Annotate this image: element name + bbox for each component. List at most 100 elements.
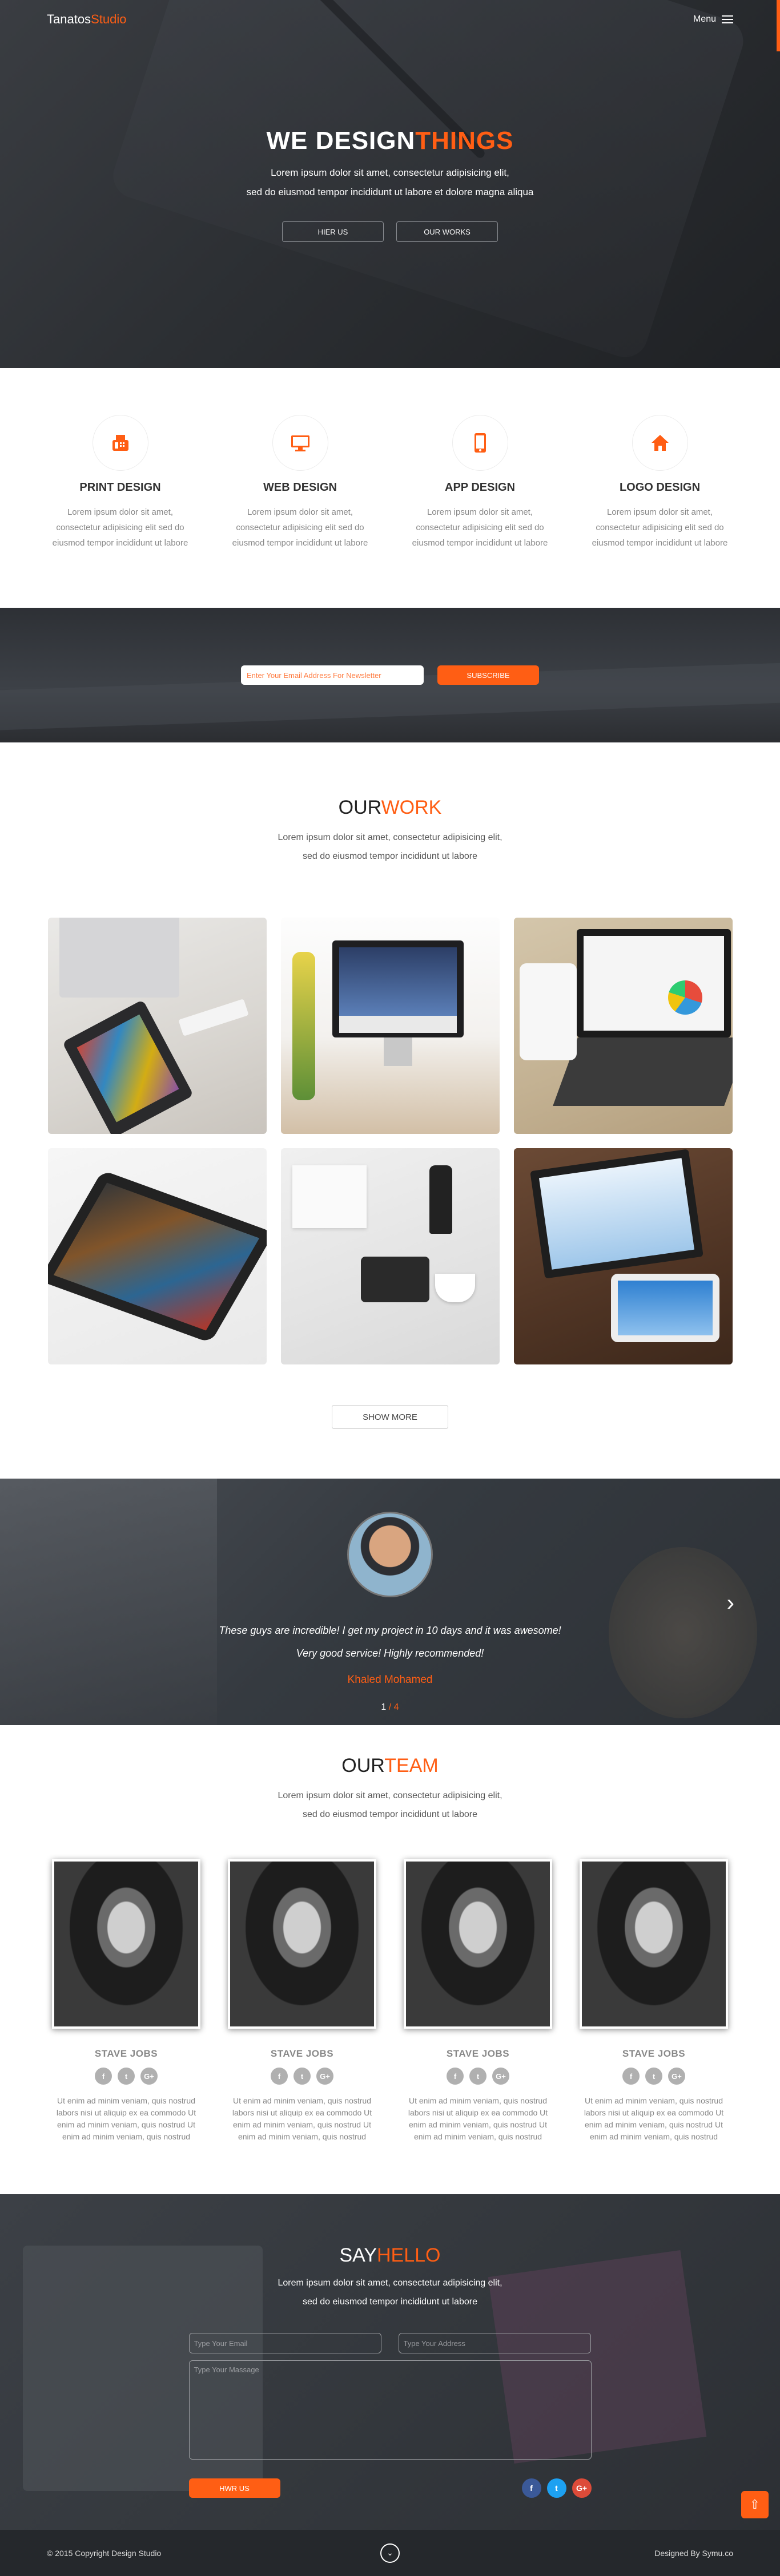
google-plus-icon[interactable]: G+	[668, 2068, 685, 2085]
member-bio: Ut enim ad minim veniam, quis nostrud lab…	[56, 2096, 196, 2141]
member-bio: Ut enim ad minim veniam, quis nostrud lab…	[232, 2096, 372, 2141]
contact-section: SAYHELLO Lorem ipsum dolor sit amet, con…	[0, 2194, 780, 2530]
team-member: STAVE JOBS f t G+ Ut enim ad minim venia…	[228, 1859, 376, 2143]
designed-by-text: Designed By Symu.co	[654, 2548, 733, 2558]
email-field[interactable]	[188, 2333, 381, 2353]
mobile-icon	[452, 415, 508, 471]
hero-title: WE DESIGNTHINGS	[0, 127, 780, 155]
brand-name-part2: Studio	[91, 12, 127, 26]
work-title: OURWORK	[0, 797, 780, 819]
portfolio-item[interactable]	[280, 918, 500, 1134]
member-socials: f t G+	[52, 2068, 200, 2085]
portfolio-item[interactable]	[47, 918, 267, 1134]
service-web-design: WEB DESIGN Lorem ipsum dolor sit amet, co…	[210, 415, 390, 608]
message-field[interactable]	[188, 2360, 592, 2460]
member-socials: f t G+	[404, 2068, 552, 2085]
our-works-button[interactable]: OUR WORKS	[396, 221, 498, 242]
member-bio: Ut enim ad minim veniam, quis nostrud lab…	[408, 2096, 548, 2141]
hero-title-part1: WE DESIGN	[266, 127, 416, 155]
contact-form-footer: HWR US f t G+	[188, 2478, 592, 2498]
hire-us-submit-button[interactable]: HWR US	[188, 2478, 280, 2498]
google-plus-icon[interactable]: G+	[316, 2068, 333, 2085]
testimonial-author: Khaled Mohamed	[347, 1674, 433, 1686]
hero-content: WE DESIGNTHINGS Lorem ipsum dolor sit am…	[0, 127, 780, 242]
footer: © 2015 Copyright Design Studio ⌄ Designe…	[0, 2530, 780, 2576]
address-field[interactable]	[398, 2333, 591, 2353]
copyright-text: © 2015 Copyright Design Studio	[47, 2548, 162, 2558]
facebook-icon[interactable]: f	[95, 2068, 112, 2085]
member-bio: Ut enim ad minim veniam, quis nostrud lab…	[584, 2096, 724, 2141]
hero-section: TanatosStudio Menu WE DESIGNTHINGS Lorem…	[0, 0, 780, 368]
portfolio-grid	[0, 918, 780, 1364]
newsletter-section: SUBSCRIBE	[0, 608, 780, 742]
work-title-part1: OUR	[338, 797, 381, 818]
show-more-button[interactable]: SHOW MORE	[332, 1405, 448, 1429]
service-app-design: APP DESIGN Lorem ipsum dolor sit amet, co…	[390, 415, 570, 608]
hero-title-part2: THINGS	[415, 127, 514, 155]
portfolio-item[interactable]	[513, 918, 733, 1134]
subscribe-button[interactable]: SUBSCRIBE	[437, 665, 539, 685]
twitter-icon[interactable]: t	[645, 2068, 662, 2085]
facebook-icon[interactable]: f	[447, 2068, 464, 2085]
hero-subtitle-line1: Lorem ipsum dolor sit amet, consectetur …	[271, 167, 509, 178]
member-photo	[228, 1859, 376, 2029]
hamburger-icon	[722, 15, 733, 23]
fax-icon	[92, 415, 148, 471]
team-title: OURTEAM	[341, 1755, 439, 1776]
service-text: Lorem ipsum dolor sit amet, consectetur a…	[232, 507, 368, 548]
brand-logo[interactable]: TanatosStudio	[47, 12, 126, 27]
menu-button[interactable]: Menu	[693, 14, 733, 25]
hero-subtitle-line2: sed do eiusmod tempor incididunt ut labo…	[246, 187, 534, 197]
service-title: WEB DESIGN	[263, 481, 337, 494]
twitter-icon[interactable]: t	[293, 2068, 311, 2085]
chevron-right-icon[interactable]: ›	[727, 1592, 734, 1614]
contact-subtitle: Lorem ipsum dolor sit amet, consectetur …	[278, 2278, 502, 2307]
newsletter-email-input[interactable]	[241, 665, 424, 685]
google-plus-icon[interactable]: G+	[492, 2068, 509, 2085]
hire-us-button[interactable]: HIER US	[282, 221, 384, 242]
contact-inner: SAYHELLO Lorem ipsum dolor sit amet, con…	[0, 2194, 780, 2498]
member-photo	[52, 1859, 200, 2029]
member-name: STAVE JOBS	[622, 2048, 686, 2059]
portfolio-item[interactable]	[47, 1148, 267, 1364]
twitter-icon[interactable]: t	[118, 2068, 135, 2085]
portfolio-item[interactable]	[513, 1148, 733, 1364]
service-text: Lorem ipsum dolor sit amet, consectetur a…	[412, 507, 548, 548]
contact-form: HWR US f t G+	[188, 2333, 592, 2498]
member-name: STAVE JOBS	[94, 2048, 158, 2059]
menu-label: Menu	[693, 14, 716, 24]
twitter-icon[interactable]: t	[546, 2478, 566, 2498]
facebook-icon[interactable]: f	[271, 2068, 288, 2085]
member-photo	[580, 1859, 728, 2029]
contact-title: SAYHELLO	[339, 2244, 441, 2266]
facebook-icon[interactable]: f	[521, 2478, 541, 2498]
google-plus-icon[interactable]: G+	[140, 2068, 158, 2085]
service-print-design: PRINT DESIGN Lorem ipsum dolor sit amet,…	[30, 415, 210, 608]
team-member: STAVE JOBS f t G+ Ut enim ad minim venia…	[580, 1859, 728, 2143]
portfolio-item[interactable]	[280, 1148, 500, 1364]
team-member: STAVE JOBS f t G+ Ut enim ad minim venia…	[52, 1859, 200, 2143]
top-nav: TanatosStudio Menu	[0, 0, 780, 39]
back-to-top-icon[interactable]: ⇧	[741, 2491, 769, 2518]
facebook-icon[interactable]: f	[622, 2068, 640, 2085]
service-title: PRINT DESIGN	[79, 481, 161, 494]
contact-form-row	[188, 2333, 592, 2353]
work-title-part2: WORK	[381, 797, 442, 818]
avatar	[347, 1512, 433, 1597]
twitter-icon[interactable]: t	[469, 2068, 487, 2085]
contact-socials: f t G+	[521, 2478, 592, 2498]
google-plus-icon[interactable]: G+	[572, 2478, 592, 2498]
monitor-icon	[272, 415, 328, 471]
service-title: APP DESIGN	[445, 481, 515, 494]
member-name: STAVE JOBS	[270, 2048, 334, 2059]
testimonial-section: These guys are incredible! I get my proj…	[0, 1479, 780, 1725]
side-accent-bar	[777, 0, 780, 51]
brand-name-part1: Tanatos	[47, 12, 91, 26]
service-logo-design: LOGO DESIGN Lorem ipsum dolor sit amet, c…	[570, 415, 750, 608]
service-text: Lorem ipsum dolor sit amet, consectetur a…	[52, 507, 188, 548]
hero-buttons: HIER US OUR WORKS	[0, 221, 780, 242]
member-socials: f t G+	[580, 2068, 728, 2085]
testimonial-pager: 1 / 4	[381, 1702, 399, 1712]
services-section: PRINT DESIGN Lorem ipsum dolor sit amet,…	[0, 368, 780, 608]
chevron-down-icon[interactable]: ⌄	[380, 2543, 400, 2563]
